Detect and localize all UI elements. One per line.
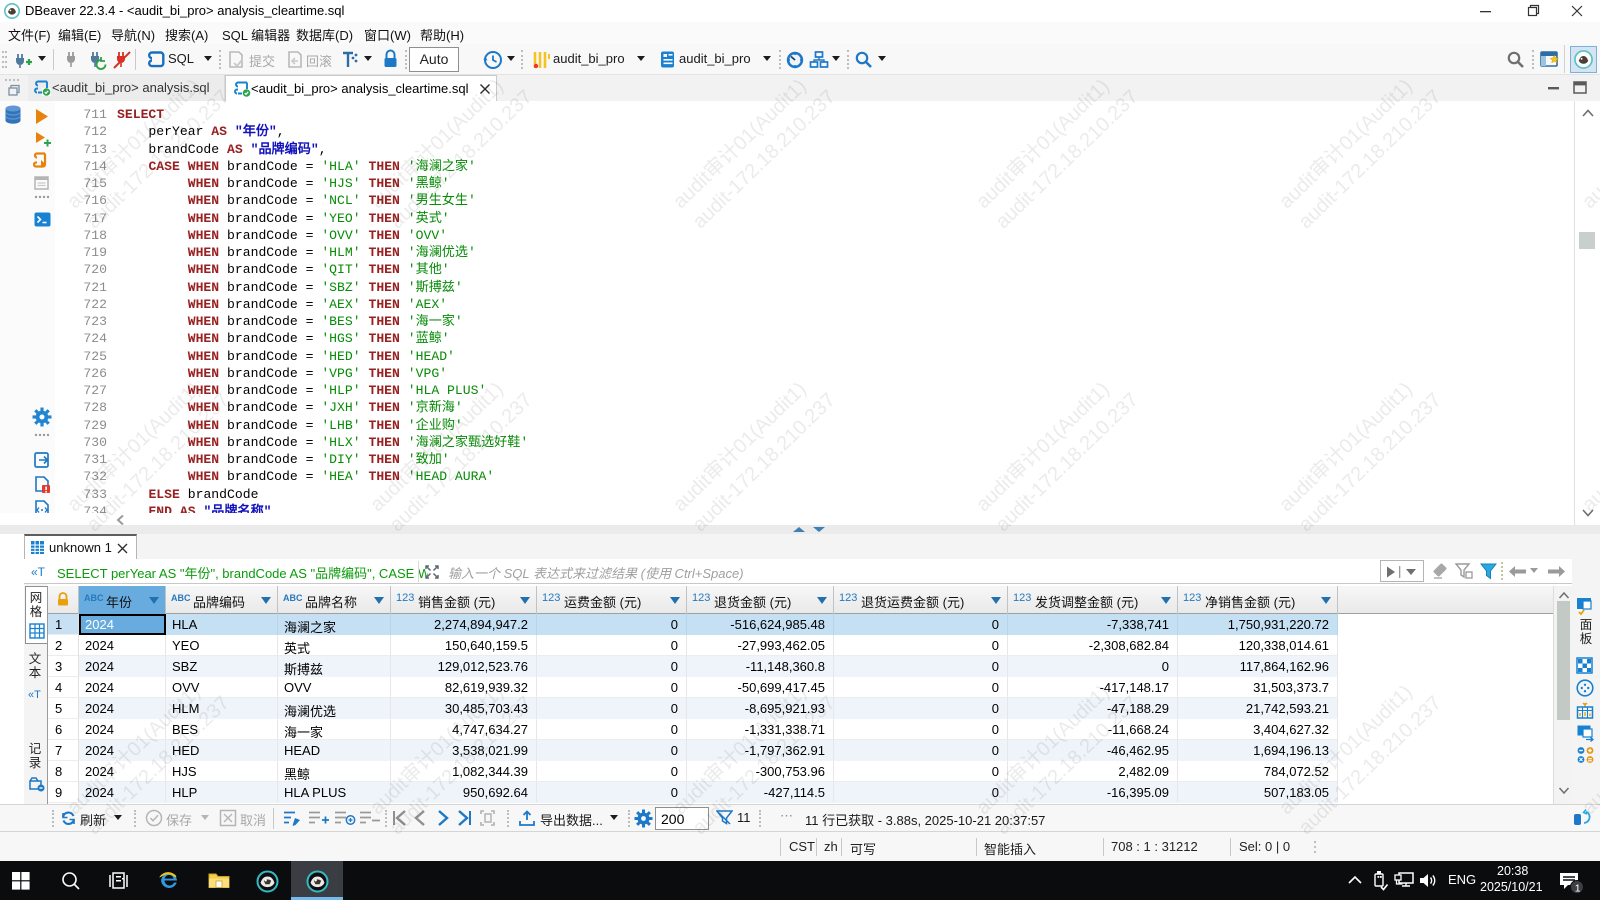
svg-text:«T: «T (31, 565, 46, 579)
svg-text:«T: «T (28, 689, 41, 701)
svg-text:1: 1 (1575, 883, 1581, 895)
